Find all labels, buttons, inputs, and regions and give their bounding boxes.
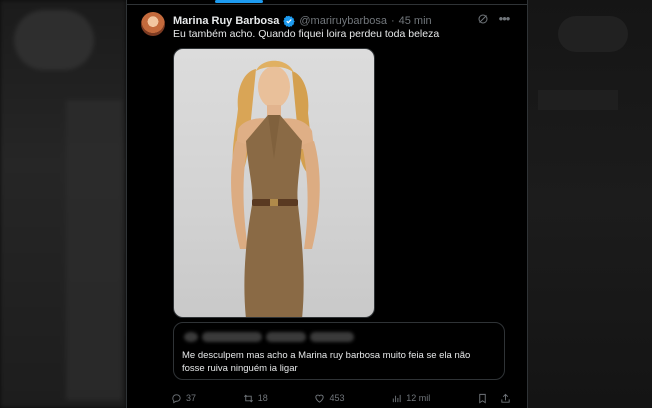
author-name[interactable]: Marina Ruy Barbosa [173, 15, 279, 27]
tweet-panel: Marina Ruy Barbosa @mariruybarbosa · 45 … [126, 0, 528, 408]
repost-icon [243, 394, 253, 402]
photo-illustration [231, 60, 320, 317]
more-icon[interactable]: ••• [497, 12, 511, 26]
bookmark-icon [479, 393, 486, 403]
separator-dot: · [390, 15, 395, 27]
share-button[interactable] [500, 393, 511, 404]
repost-count: 18 [257, 393, 268, 403]
divider [127, 4, 527, 5]
author-handle[interactable]: @mariruybarbosa [299, 15, 387, 27]
views-count: 12 mil [406, 393, 431, 403]
blurred-author [184, 331, 354, 343]
tweet-header: Marina Ruy Barbosa @mariruybarbosa · 45 … [173, 13, 432, 29]
reply-button[interactable]: 37 [171, 393, 196, 404]
like-button[interactable]: 453 [314, 393, 345, 404]
views-icon [393, 394, 401, 402]
repost-button[interactable]: 18 [243, 393, 268, 404]
verified-badge-icon [283, 15, 296, 27]
grok-icon[interactable] [477, 13, 489, 25]
reply-count: 37 [186, 393, 197, 403]
share-icon [501, 393, 510, 403]
active-tab-indicator [215, 0, 263, 3]
tweet-photo[interactable] [173, 48, 375, 318]
quoted-tweet-text: Me desculpem mas acho a Marina ruy barbo… [182, 350, 471, 374]
blurred-background-right [528, 0, 652, 408]
action-bar: 37 18 453 12 mil [171, 390, 511, 406]
views-button[interactable]: 12 mil [391, 393, 430, 404]
bookmark-button[interactable] [477, 393, 488, 404]
reply-icon [172, 393, 181, 403]
tweet-text: Eu também acho. Quando fiquei loira perd… [173, 28, 440, 40]
heart-icon [315, 394, 325, 403]
tweet-time[interactable]: 45 min [399, 15, 432, 27]
quoted-tweet[interactable]: Me desculpem mas acho a Marina ruy barbo… [173, 322, 505, 380]
like-count: 453 [329, 393, 345, 403]
avatar[interactable] [141, 12, 165, 36]
blurred-background-left [0, 0, 126, 408]
